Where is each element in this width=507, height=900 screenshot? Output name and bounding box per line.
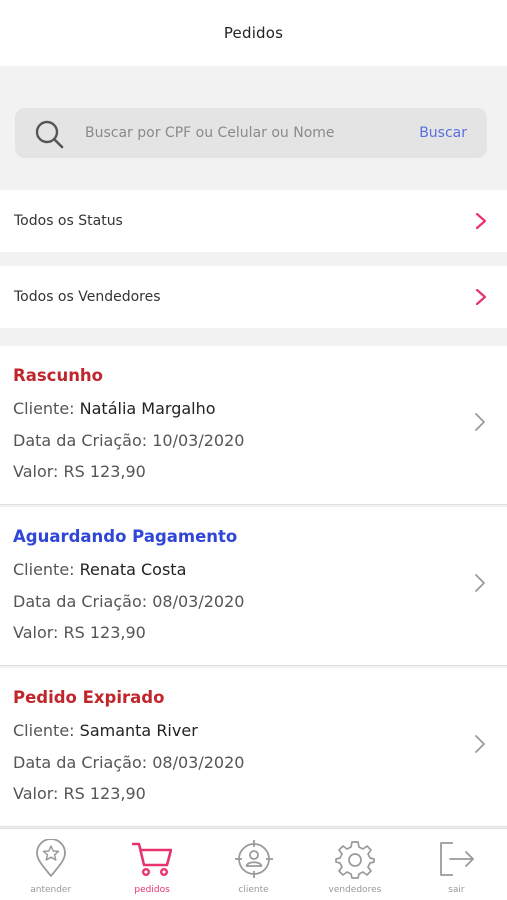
page-title: Pedidos bbox=[223, 24, 284, 42]
tab-label: antender bbox=[30, 885, 72, 895]
order-status: Rascunho bbox=[13, 366, 104, 385]
search-icon[interactable] bbox=[33, 118, 65, 150]
logout-icon bbox=[440, 842, 475, 876]
tab-label: sair bbox=[448, 885, 465, 895]
tab-cliente[interactable]: cliente bbox=[203, 829, 304, 900]
tab-label: vendedores bbox=[328, 885, 382, 895]
tab-antender[interactable]: antender bbox=[0, 829, 101, 900]
order-status: Pedido Expirado bbox=[13, 688, 165, 707]
chevron-right-icon bbox=[475, 735, 485, 753]
order-item[interactable]: Pedido Expirado Cliente: Samanta River D… bbox=[0, 668, 507, 827]
map-pin-star-icon bbox=[35, 839, 66, 877]
chevron-right-icon bbox=[475, 288, 487, 306]
tab-sair[interactable]: sair bbox=[406, 829, 507, 900]
client-label: Cliente: bbox=[13, 399, 75, 418]
tab-label: cliente bbox=[238, 885, 269, 895]
order-status: Aguardando Pagamento bbox=[13, 527, 238, 546]
order-client: Cliente: Renata Costa bbox=[13, 560, 186, 579]
status-filter[interactable]: Todos os Status bbox=[0, 190, 507, 252]
tab-label: pedidos bbox=[134, 885, 170, 895]
order-value: Valor: RS 123,90 bbox=[13, 462, 146, 481]
bottom-tab-bar: antender pedidos cliente vendedores sair bbox=[0, 828, 507, 900]
chevron-right-icon bbox=[475, 574, 485, 592]
user-target-icon bbox=[234, 840, 273, 878]
shopping-cart-icon bbox=[132, 842, 173, 877]
order-value: Valor: RS 123,90 bbox=[13, 623, 146, 642]
order-item[interactable]: Aguardando Pagamento Cliente: Renata Cos… bbox=[0, 507, 507, 666]
order-item[interactable]: Rascunho Cliente: Natália Margalho Data … bbox=[0, 346, 507, 505]
sellers-filter[interactable]: Todos os Vendedores bbox=[0, 266, 507, 328]
order-value: Valor: RS 123,90 bbox=[13, 784, 146, 803]
order-client: Cliente: Samanta River bbox=[13, 721, 198, 740]
client-name: Renata Costa bbox=[79, 560, 187, 579]
tab-pedidos[interactable]: pedidos bbox=[101, 829, 202, 900]
order-date: Data da Criação: 08/03/2020 bbox=[13, 592, 245, 611]
client-name: Natália Margalho bbox=[79, 399, 216, 418]
order-date: Data da Criação: 10/03/2020 bbox=[13, 431, 245, 450]
status-filter-label: Todos os Status bbox=[14, 213, 123, 229]
client-label: Cliente: bbox=[13, 560, 75, 579]
sellers-filter-label: Todos os Vendedores bbox=[14, 289, 161, 305]
client-name: Samanta River bbox=[79, 721, 198, 740]
client-label: Cliente: bbox=[13, 721, 75, 740]
app-header: Pedidos bbox=[0, 0, 507, 66]
search-input[interactable] bbox=[85, 108, 405, 158]
order-date: Data da Criação: 08/03/2020 bbox=[13, 753, 245, 772]
order-client: Cliente: Natália Margalho bbox=[13, 399, 216, 418]
chevron-right-icon bbox=[475, 413, 485, 431]
search-box: Buscar bbox=[15, 108, 487, 158]
tab-vendedores[interactable]: vendedores bbox=[304, 829, 405, 900]
search-button[interactable]: Buscar bbox=[419, 108, 467, 158]
chevron-right-icon bbox=[475, 212, 487, 230]
search-area: Buscar bbox=[0, 66, 507, 188]
gear-icon bbox=[335, 841, 375, 879]
